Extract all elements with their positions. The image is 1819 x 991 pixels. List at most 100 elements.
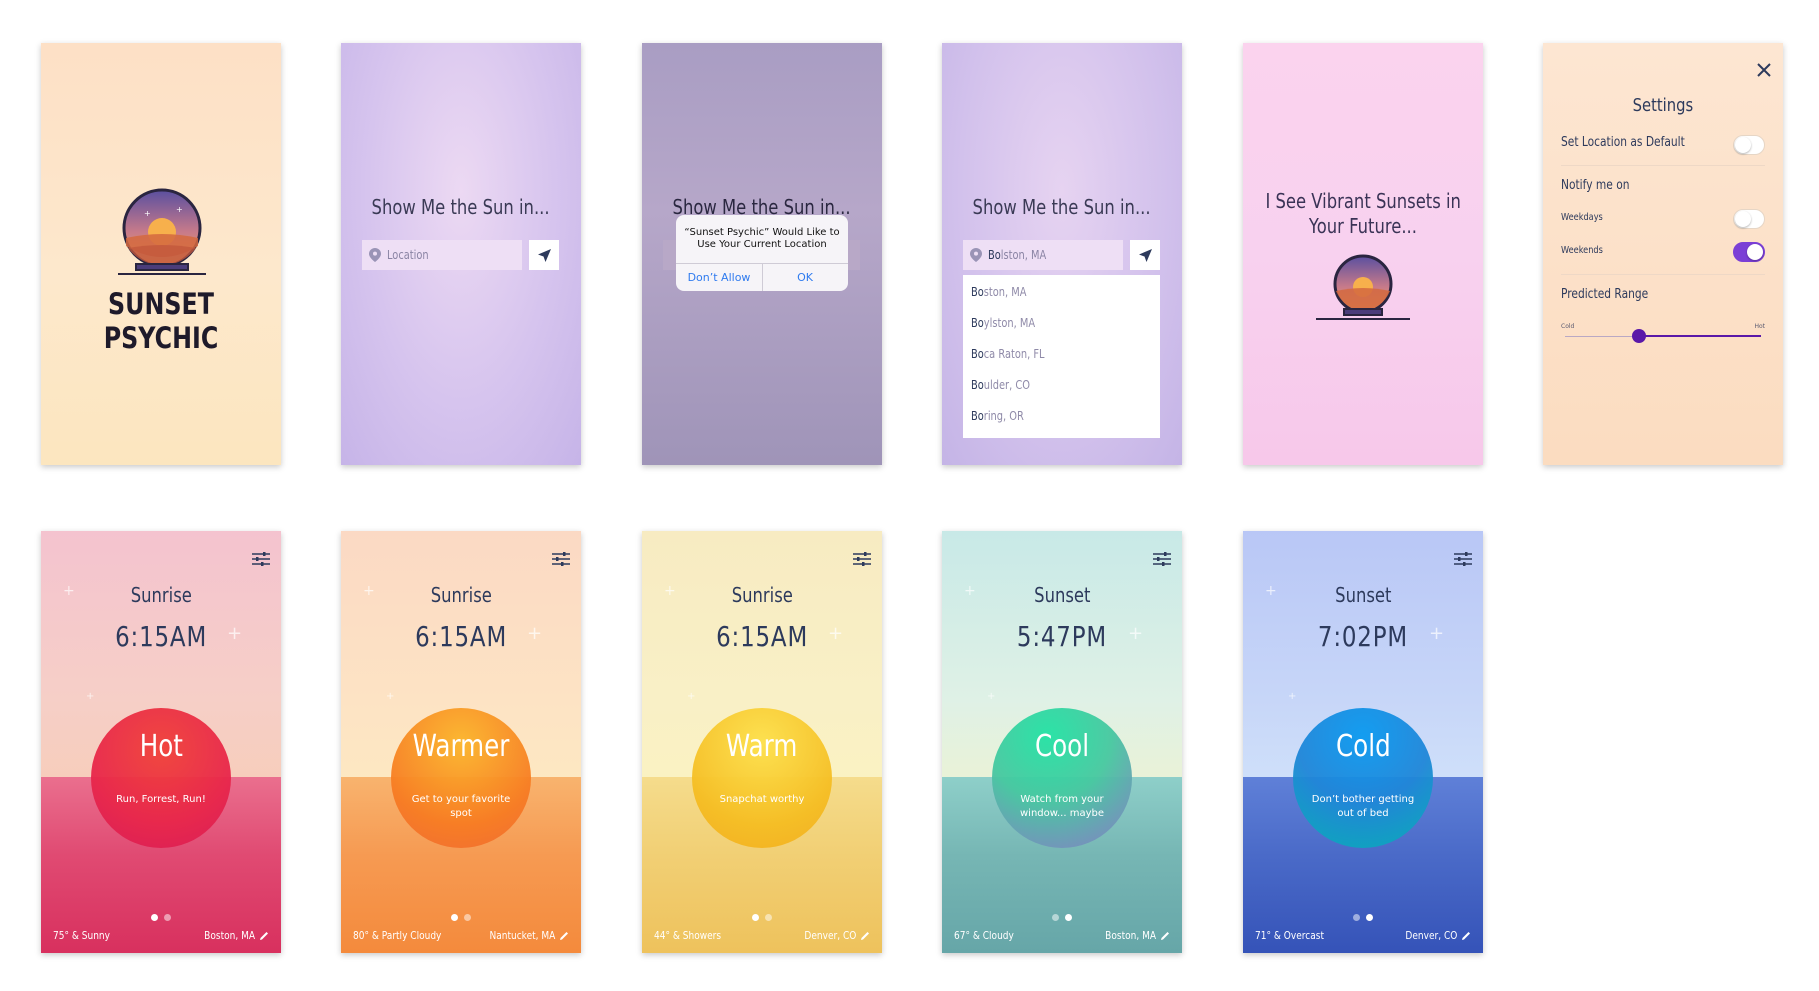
suggestion-item[interactable]: Boca Raton, FL bbox=[971, 347, 1061, 361]
settings-sliders-icon[interactable] bbox=[852, 551, 872, 567]
ok-button[interactable]: OK bbox=[762, 271, 848, 284]
location-arrow-icon bbox=[537, 248, 551, 262]
forecast-subtitle: Get to your favorite spot bbox=[411, 794, 511, 819]
forecast-screen: + + + Sunset 7:02PM Cold Don’t bother getting … bbox=[1243, 531, 1483, 953]
notify-header: Notify me on bbox=[1561, 178, 1630, 193]
city-edit-button[interactable]: Nantucket, MA bbox=[475, 929, 569, 942]
page-indicator[interactable] bbox=[642, 906, 882, 925]
current-location-button[interactable] bbox=[529, 240, 559, 270]
app-logo-text: SUNSET PSYCHIC bbox=[103, 287, 219, 355]
settings-sliders-icon[interactable] bbox=[1453, 551, 1473, 567]
forecast-screen: + + + Sunset 5:47PM Cool Watch from your windo… bbox=[942, 531, 1182, 953]
suggestion-item[interactable]: Boylston, MA bbox=[971, 316, 1049, 330]
crystal-ball-icon bbox=[1316, 254, 1410, 320]
suggestion-match: Bo bbox=[971, 409, 984, 423]
page-indicator[interactable] bbox=[41, 906, 281, 925]
event-time: 6:15AM bbox=[114, 620, 207, 653]
forecast-subtitle: Run, Forrest, Run! bbox=[116, 794, 206, 805]
weather-summary: 67° & Cloudy bbox=[954, 929, 1014, 942]
forecast-label: Warm bbox=[726, 729, 798, 764]
autocomplete-screen: Show Me the Sun in... Bolston, MA Boston… bbox=[942, 43, 1182, 465]
crystal-ball-logo-icon: + + bbox=[118, 188, 206, 275]
suggestion-list: Boston, MA Boylston, MA Boca Raton, FL Boul… bbox=[963, 275, 1160, 438]
svg-text:+: + bbox=[144, 209, 151, 218]
event-time: 7:02PM bbox=[1317, 620, 1409, 653]
settings-sliders-icon[interactable] bbox=[1152, 551, 1172, 567]
forecast-subtitle: Watch from your window... maybe bbox=[1019, 794, 1105, 819]
map-pin-icon bbox=[369, 248, 381, 262]
city-edit-button[interactable]: Denver, CO bbox=[793, 929, 870, 942]
pencil-icon bbox=[1161, 932, 1169, 940]
suggestion-rest: ylston, MA bbox=[983, 316, 1036, 330]
weather-summary: 44° & Showers bbox=[654, 929, 722, 942]
settings-title: Settings bbox=[1632, 95, 1694, 116]
suggestion-rest: ston, MA bbox=[983, 285, 1027, 299]
suggestion-match: Bo bbox=[971, 347, 984, 361]
forecast-label: Warmer bbox=[412, 729, 510, 764]
event-time: 5:47PM bbox=[1016, 620, 1108, 653]
weekdays-toggle[interactable] bbox=[1733, 209, 1765, 229]
settings-screen: Settings Set Location as Default Notify … bbox=[1543, 43, 1783, 465]
settings-sliders-icon[interactable] bbox=[251, 551, 271, 567]
range-header: Predicted Range bbox=[1561, 287, 1649, 302]
location-placeholder: Location bbox=[387, 248, 429, 262]
sparkle-icon: + bbox=[1288, 691, 1297, 702]
range-slider-fill bbox=[1639, 335, 1761, 337]
weekends-toggle[interactable] bbox=[1733, 242, 1765, 262]
city-label: Boston, MA bbox=[204, 929, 256, 942]
page-title: Show Me the Sun in... bbox=[972, 195, 1152, 219]
page-indicator[interactable] bbox=[1243, 906, 1483, 925]
set-default-label: Set Location as Default bbox=[1561, 135, 1685, 150]
suggestion-item[interactable]: Boring, OR bbox=[971, 409, 1035, 423]
suggestion-match: Bo bbox=[971, 378, 984, 392]
current-location-button[interactable] bbox=[1130, 240, 1160, 270]
future-line-2: Your Future... bbox=[1308, 214, 1418, 238]
weather-summary: 80° & Partly Cloudy bbox=[353, 929, 442, 942]
settings-sliders-icon[interactable] bbox=[551, 551, 571, 567]
suggestion-rest: ring, OR bbox=[983, 409, 1024, 423]
city-edit-button[interactable]: Boston, MA bbox=[1094, 929, 1170, 942]
city-label: Boston, MA bbox=[1105, 929, 1157, 942]
weekends-label: Weekends bbox=[1561, 245, 1603, 256]
splash-screen: + + SUNSET PSYCHIC bbox=[41, 43, 281, 465]
page-indicator[interactable] bbox=[341, 906, 581, 925]
suggestion-rest: ulder, CO bbox=[983, 378, 1030, 392]
location-input[interactable]: Location bbox=[362, 240, 522, 270]
forecast-label: Cool bbox=[1034, 729, 1090, 764]
future-line-1: I See Vibrant Sunsets in bbox=[1265, 189, 1461, 213]
sparkle-icon: + bbox=[86, 691, 95, 702]
city-label: Nantucket, MA bbox=[489, 929, 556, 942]
event-time: 6:15AM bbox=[414, 620, 507, 653]
page-indicator[interactable] bbox=[942, 906, 1182, 925]
forecast-screen: + + + Sunrise 6:15AM Warmer Get to your favori… bbox=[341, 531, 581, 953]
location-input[interactable]: Bolston, MA bbox=[963, 240, 1123, 270]
range-max-label: Hot bbox=[1754, 323, 1765, 330]
event-label: Sunrise bbox=[130, 583, 192, 607]
suggestion-item[interactable]: Boston, MA bbox=[971, 285, 1039, 299]
city-edit-button[interactable]: Denver, CO bbox=[1394, 929, 1471, 942]
weather-summary: 71° & Overcast bbox=[1255, 929, 1324, 942]
forecast-screen: + + + Sunrise 6:15AM Warm Snapchat worthy 44° &… bbox=[642, 531, 882, 953]
city-edit-button[interactable]: Boston, MA bbox=[193, 929, 269, 942]
suggestion-match: Bo bbox=[971, 285, 984, 299]
permission-alert: “Sunset Psychic” Would Like to Use Your … bbox=[676, 215, 848, 291]
weather-summary: 75° & Sunny bbox=[53, 929, 110, 942]
range-slider-handle[interactable] bbox=[1632, 329, 1647, 343]
sparkle-icon: + bbox=[987, 691, 996, 702]
weekdays-label: Weekdays bbox=[1561, 212, 1603, 223]
alert-message: “Sunset Psychic” Would Like to Use Your … bbox=[684, 227, 840, 250]
loading-screen: I See Vibrant Sunsets in Your Future... bbox=[1243, 43, 1483, 465]
suggestion-match: Bo bbox=[971, 316, 984, 330]
location-arrow-icon bbox=[1138, 248, 1152, 262]
suggestion-item[interactable]: Boulder, CO bbox=[971, 378, 1043, 392]
sparkle-icon: + bbox=[687, 691, 696, 702]
close-icon[interactable] bbox=[1757, 63, 1771, 77]
dont-allow-button[interactable]: Don’t Allow bbox=[676, 271, 762, 284]
forecast-screen: + + + Sunrise 6:15AM Hot Run, Forrest, Run! 75°… bbox=[41, 531, 281, 953]
location-screen: Show Me the Sun in... Location bbox=[341, 43, 581, 465]
pencil-icon bbox=[1462, 932, 1470, 940]
location-permission-screen: Show Me the Sun in... “Sunset Psychic” W… bbox=[642, 43, 882, 465]
forecast-subtitle: Snapchat worthy bbox=[719, 794, 805, 805]
event-label: Sunset bbox=[1334, 583, 1392, 607]
set-default-toggle[interactable] bbox=[1733, 135, 1765, 155]
